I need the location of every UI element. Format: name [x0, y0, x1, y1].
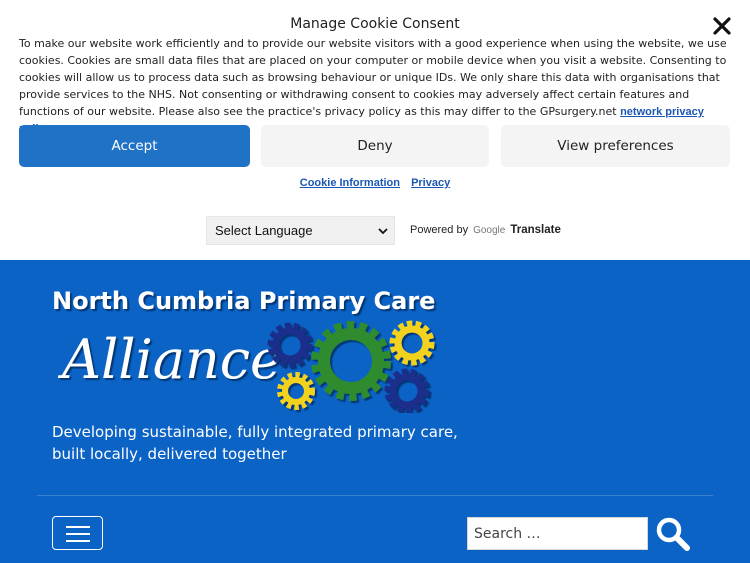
close-icon[interactable] [710, 14, 734, 38]
cookie-consent-banner: Manage Cookie Consent To make our websit… [0, 0, 750, 200]
language-select[interactable]: Select Language [206, 216, 395, 245]
logo-title: North Cumbria Primary Care [52, 287, 435, 315]
view-preferences-button[interactable]: View preferences [501, 125, 730, 167]
search-placeholder: Search … [474, 525, 541, 542]
google-logo[interactable]: Google [473, 225, 505, 236]
accept-button[interactable]: Accept [19, 125, 250, 167]
consent-links: Cookie Information Privacy [0, 177, 750, 189]
site-tagline: Developing sustainable, fully integrated… [52, 423, 458, 463]
logo-alliance-word: Alliance [57, 328, 282, 391]
language-select-value: Select Language [215, 223, 313, 238]
alliance-logo[interactable]: North Cumbria Primary Care Alliance [50, 285, 450, 413]
hamburger-menu-icon[interactable] [52, 516, 103, 550]
site-header: North Cumbria Primary Care Alliance Deve… [0, 260, 750, 563]
google-translate-attribution: Powered by Google Translate [410, 224, 561, 236]
consent-title: Manage Cookie Consent [290, 16, 460, 32]
cookie-information-link[interactable]: Cookie Information [300, 177, 400, 189]
search-input[interactable]: Search … [467, 517, 648, 550]
privacy-link[interactable]: Privacy [411, 177, 450, 189]
translate-label: Translate [510, 224, 561, 236]
search-icon[interactable] [655, 516, 691, 552]
deny-button[interactable]: Deny [261, 125, 489, 167]
header-divider [37, 495, 713, 496]
consent-message: To make our website work efficiently and… [19, 36, 735, 137]
chevron-down-icon [378, 228, 388, 235]
powered-by-label: Powered by [410, 224, 469, 236]
gears-icon [267, 320, 435, 413]
